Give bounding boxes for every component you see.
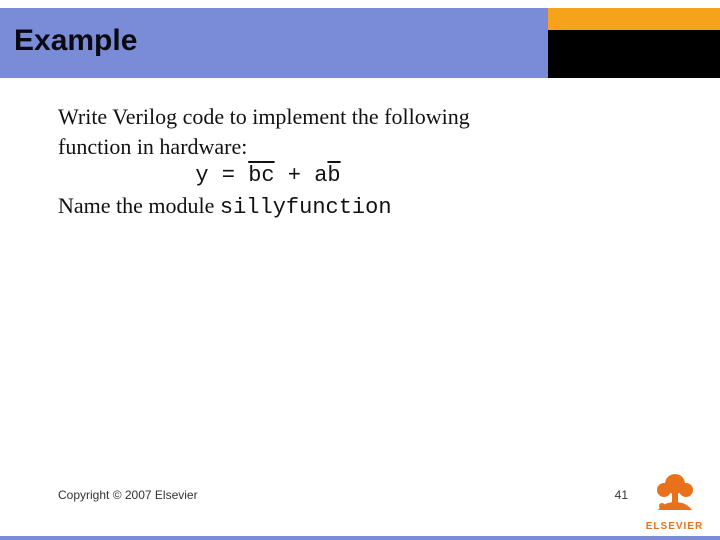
footer-band — [0, 536, 720, 540]
eq-term-a: a — [314, 161, 327, 191]
module-name-code: sillyfunction — [220, 195, 392, 220]
slide-body: Write Verilog code to implement the foll… — [58, 102, 618, 223]
equation: y = bc + ab — [58, 161, 478, 191]
eq-plus: + — [275, 163, 315, 188]
header-accent-orange — [548, 8, 720, 30]
body-line-2: function in hardware: — [58, 132, 618, 162]
eq-lhs: y = — [195, 163, 248, 188]
eq-term-c-bar: c — [261, 161, 274, 191]
header-accent-black — [548, 30, 720, 78]
publisher-logo-text: ELSEVIER — [637, 521, 712, 532]
body-line-3: Name the module sillyfunction — [58, 191, 618, 223]
slide: Example Write Verilog code to implement … — [0, 0, 720, 540]
eq-term-b-bar: b — [327, 161, 340, 191]
elsevier-tree-icon — [644, 470, 706, 514]
slide-title: Example — [14, 24, 137, 58]
body-line-3-pre: Name the module — [58, 193, 220, 218]
copyright-text: Copyright © 2007 Elsevier — [58, 488, 198, 502]
body-line-1: Write Verilog code to implement the foll… — [58, 102, 618, 132]
page-number: 41 — [615, 488, 628, 502]
eq-term-b: b — [248, 161, 261, 191]
publisher-logo: ELSEVIER — [637, 470, 712, 532]
